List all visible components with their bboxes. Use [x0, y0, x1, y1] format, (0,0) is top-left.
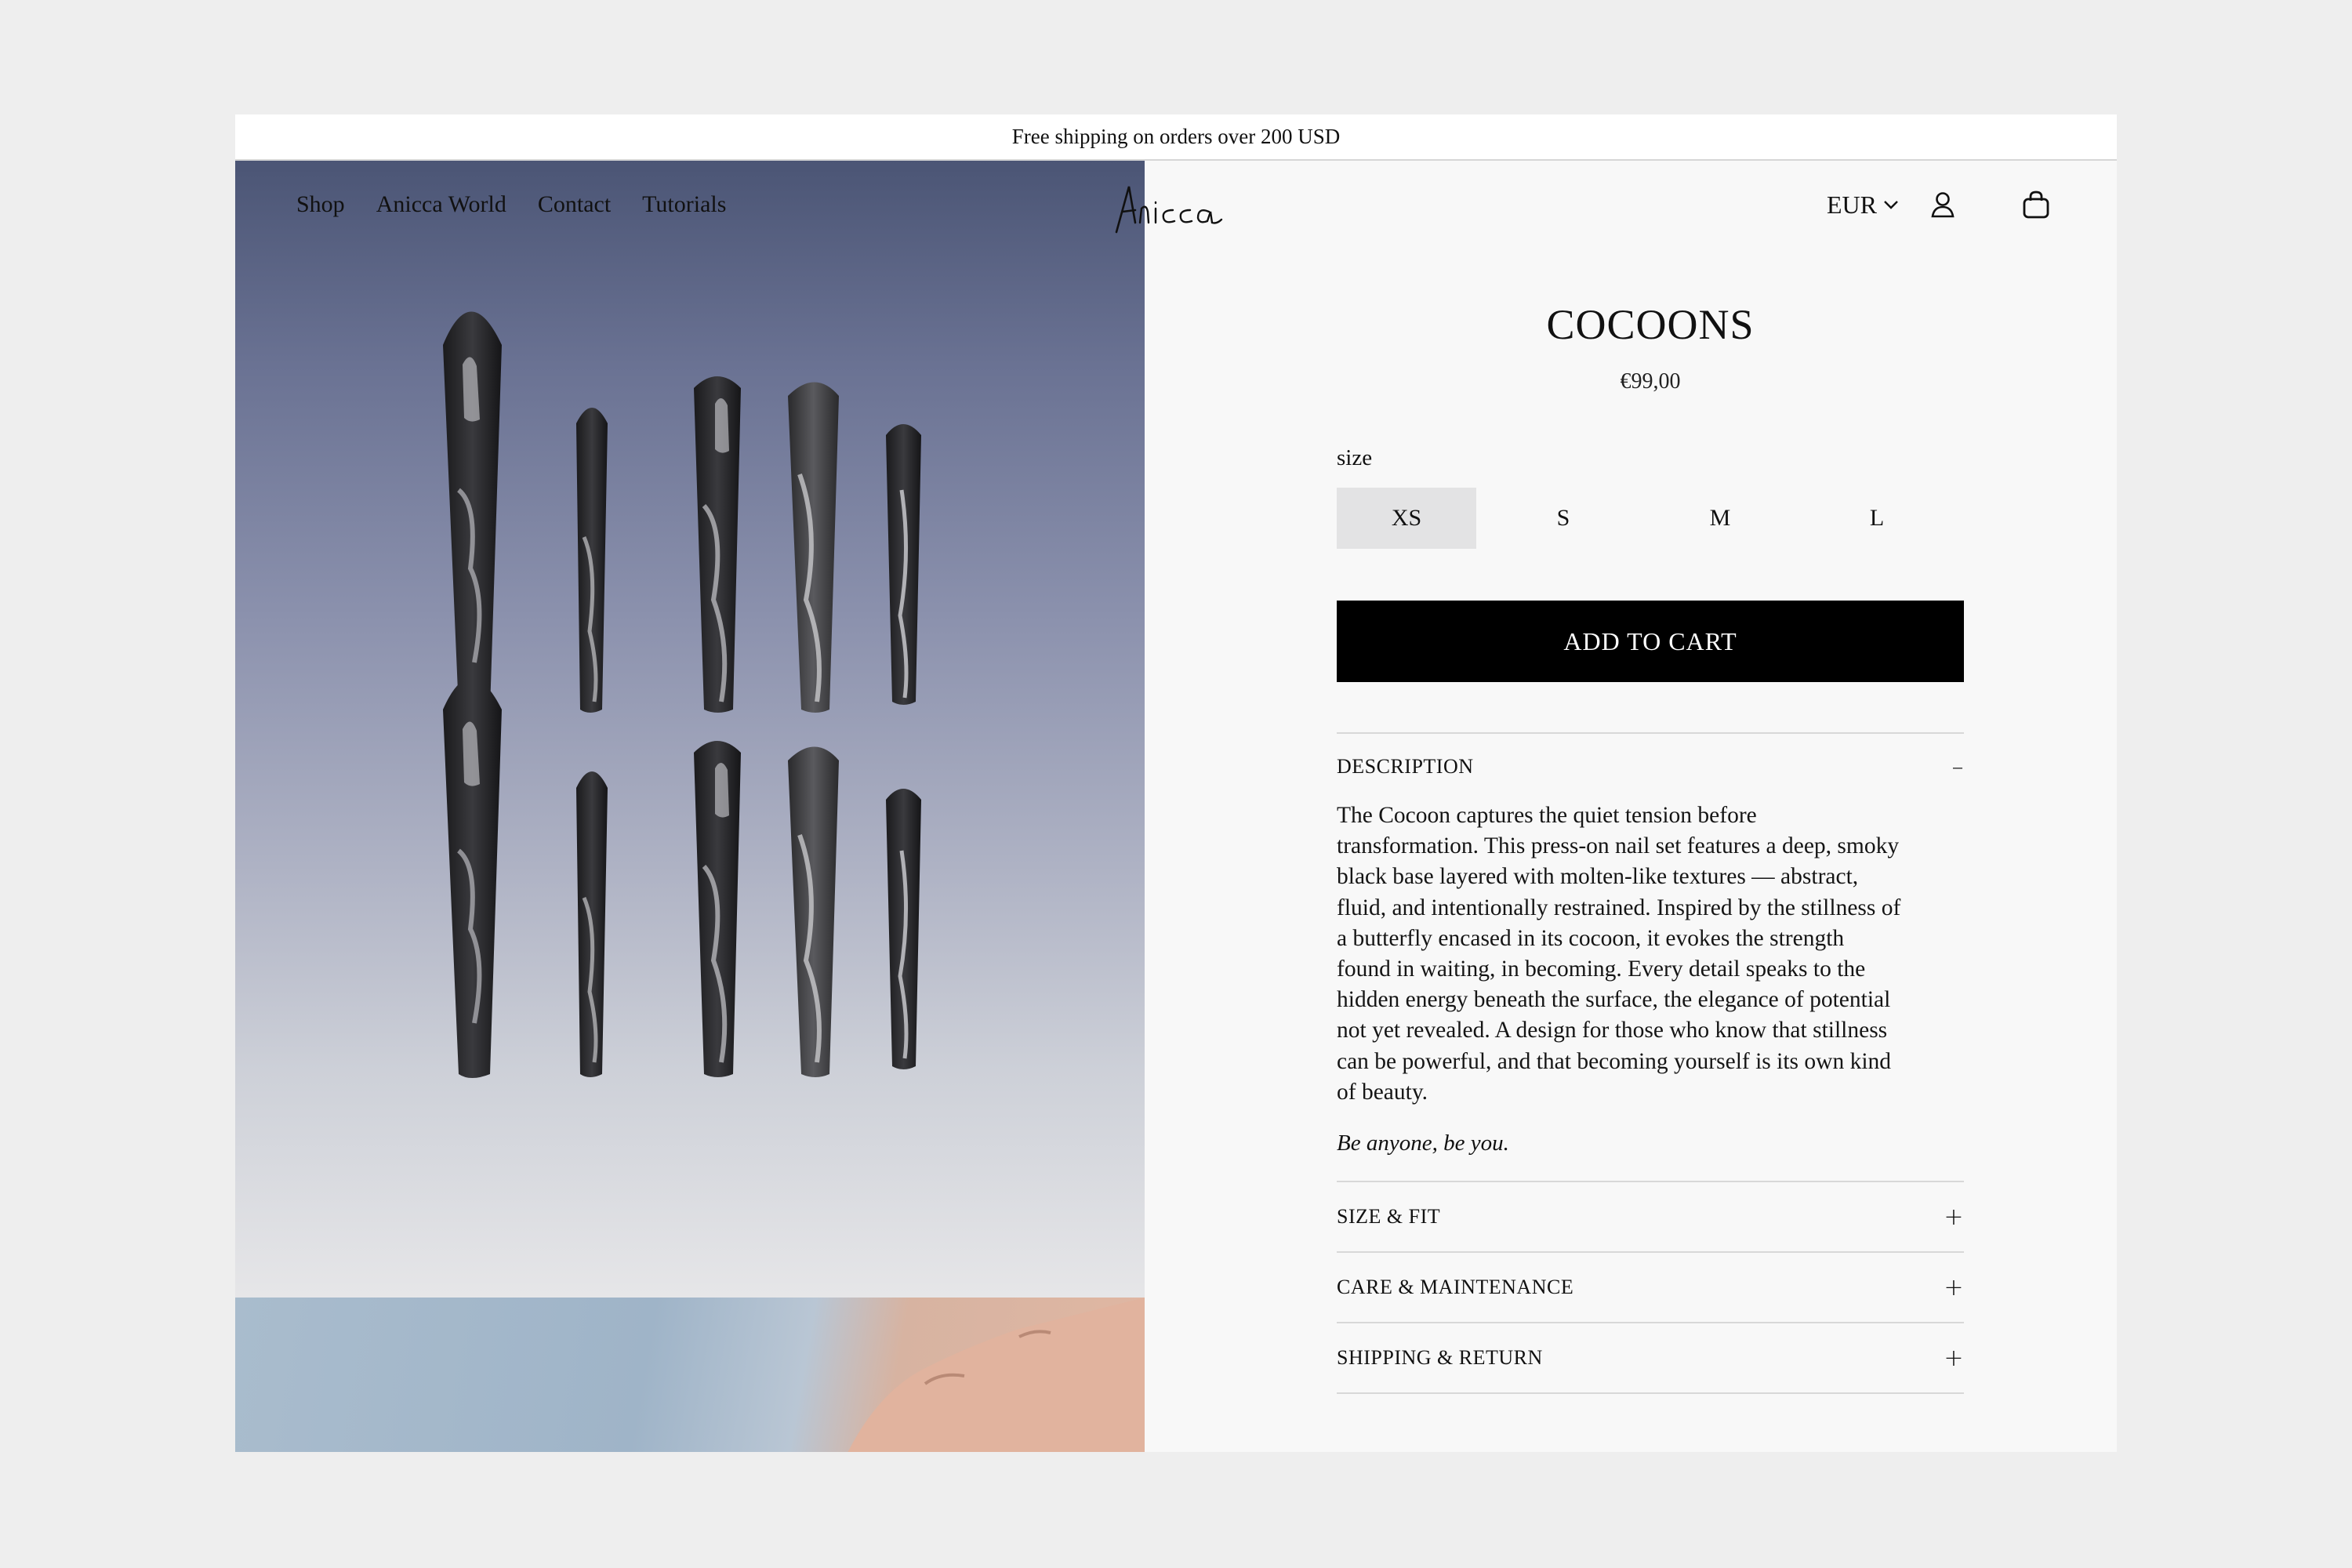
accordion-title: SIZE & FIT — [1337, 1205, 1441, 1228]
header-actions: EUR — [1827, 161, 2050, 249]
size-option-l[interactable]: L — [1807, 488, 1947, 549]
accordion-title: DESCRIPTION — [1337, 755, 1474, 778]
product-tagline: Be anyone, be you. — [1337, 1131, 1509, 1156]
nail-row-bottom — [443, 678, 921, 1078]
accordion-size-fit[interactable]: SIZE & FIT + — [1337, 1182, 1964, 1251]
size-label: size — [1337, 445, 1373, 470]
account-icon[interactable] — [1930, 191, 1955, 219]
accordion-description[interactable]: DESCRIPTION – — [1337, 751, 1964, 782]
accordion-care-maintenance[interactable]: CARE & MAINTENANCE + — [1337, 1253, 1964, 1322]
size-option-s[interactable]: S — [1494, 488, 1633, 549]
product-title: COCOONS — [1546, 301, 1755, 348]
add-to-cart-button[interactable]: ADD TO CART — [1337, 601, 1964, 682]
nav-item-anicca-world[interactable]: Anicca World — [376, 191, 506, 218]
accordion-title: SHIPPING & RETURN — [1337, 1346, 1543, 1369]
hand-illustration — [848, 1298, 1145, 1452]
divider — [1337, 1392, 1964, 1394]
size-option-m[interactable]: M — [1650, 488, 1790, 549]
minus-icon: – — [1951, 753, 1964, 781]
plus-icon: + — [1944, 1344, 1964, 1372]
nail-set-illustration — [443, 311, 921, 1078]
plus-icon: + — [1944, 1273, 1964, 1301]
accordion-title: CARE & MAINTENANCE — [1337, 1276, 1574, 1298]
nav-item-shop[interactable]: Shop — [296, 191, 345, 218]
product-description: The Cocoon captures the quiet tension be… — [1337, 803, 1901, 1105]
product-price: €99,00 — [1620, 369, 1681, 394]
size-option-xs[interactable]: XS — [1337, 488, 1476, 549]
brand-logo[interactable] — [1112, 177, 1245, 240]
page-frame: Free shipping on orders over 200 USD Sho… — [235, 114, 2117, 1452]
logo-wordmark — [1115, 186, 1223, 234]
nav-item-tutorials[interactable]: Tutorials — [642, 191, 726, 218]
nav-item-contact[interactable]: Contact — [538, 191, 611, 218]
size-selector: XS S M L — [1337, 488, 1964, 549]
currency-label: EUR — [1827, 190, 1877, 219]
plus-icon: + — [1944, 1203, 1964, 1231]
chevron-down-icon — [1883, 199, 1899, 210]
product-image-nails[interactable] — [235, 161, 1145, 1298]
main-nav: Shop Anicca World Contact Tutorials — [296, 161, 726, 249]
currency-selector[interactable]: EUR — [1827, 191, 1899, 220]
divider — [1337, 732, 1964, 734]
cart-bag-icon[interactable] — [2022, 190, 2050, 220]
announcement-text: Free shipping on orders over 200 USD — [1011, 125, 1341, 148]
product-gallery[interactable] — [235, 161, 1145, 1452]
product-image-hand[interactable] — [235, 1298, 1145, 1452]
announcement-bar: Free shipping on orders over 200 USD — [235, 114, 2117, 161]
nail-row-top — [443, 311, 921, 713]
accordion-shipping-return[interactable]: SHIPPING & RETURN + — [1337, 1323, 1964, 1392]
